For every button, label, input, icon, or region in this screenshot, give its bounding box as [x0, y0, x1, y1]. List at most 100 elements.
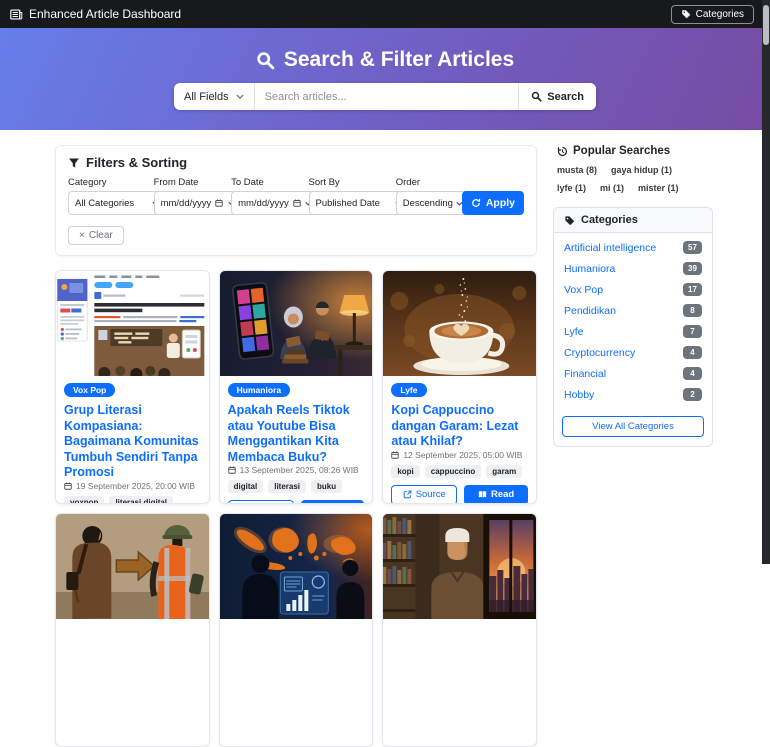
search-button-label: Search [547, 91, 584, 103]
category-row: Artificial intelligence 57 [554, 237, 712, 258]
search-field-select[interactable]: All Fields [174, 83, 255, 110]
article-tag: digital [228, 480, 264, 493]
newspaper-icon [10, 8, 23, 21]
article-tag: buku [311, 480, 342, 493]
article-image [56, 271, 209, 376]
read-button[interactable]: Read [301, 500, 365, 504]
category-row: Cryptocurrency 4 [554, 342, 712, 363]
categories-header: Categories [554, 208, 712, 233]
categories-footer: View All Categories [554, 409, 712, 446]
sort-by-select[interactable]: Published Date [309, 191, 409, 215]
scrollbar-track[interactable] [762, 0, 770, 564]
from-date-label: From Date [154, 177, 225, 188]
filters-row: Category All Categories From Date mm/dd/… [68, 177, 524, 215]
category-row: Lyfe 7 [554, 321, 712, 342]
filters-card: Filters & Sorting Category All Categorie… [55, 145, 537, 256]
category-link[interactable]: Financial [564, 368, 606, 380]
popular-search-items: musta (8) gaya hidup (1) lyfe (1) mi (1)… [557, 165, 711, 193]
popular-search-term[interactable]: musta (8) [557, 165, 597, 175]
clear-button[interactable]: × Clear [68, 226, 124, 245]
source-button[interactable]: Source [228, 500, 294, 504]
popular-search-term[interactable]: lyfe (1) [557, 183, 586, 193]
article-body: Vox Pop Grup Literasi Kompasiana: Bagaim… [56, 376, 209, 504]
order-select[interactable]: Descending [396, 191, 470, 215]
category-select[interactable]: All Categories [68, 191, 166, 215]
category-count-badge: 17 [683, 283, 702, 296]
article-title-link[interactable]: Grup Literasi Kompasiana: Bagaimana Komu… [64, 403, 201, 481]
category-count-badge: 39 [683, 262, 702, 275]
category-link[interactable]: Pendidikan [564, 305, 616, 317]
article-date-text: 19 September 2025, 20:00 WIB [76, 481, 195, 491]
article-date-text: 12 September 2025, 05:00 WIB [403, 450, 522, 460]
navbar-categories-label: Categories [696, 9, 744, 20]
category-count-badge: 8 [683, 304, 702, 317]
article-image [383, 514, 536, 619]
article-card: Vox Pop Grup Literasi Kompasiana: Bagaim… [55, 270, 210, 504]
funnel-icon [68, 157, 80, 169]
article-image [383, 271, 536, 376]
category-link[interactable]: Cryptocurrency [564, 347, 635, 359]
filters-title-text: Filters & Sorting [86, 155, 187, 170]
calendar-icon [391, 451, 399, 459]
from-date-field: From Date mm/dd/yyyy [154, 177, 225, 215]
article-date: 19 September 2025, 20:00 WIB [64, 481, 201, 491]
search-icon [256, 51, 275, 70]
category-link[interactable]: Humaniora [564, 263, 615, 275]
popular-searches: Popular Searches musta (8) gaya hidup (1… [553, 145, 713, 193]
category-link[interactable]: Artificial intelligence [564, 242, 656, 254]
source-button-label: Source [416, 489, 446, 500]
category-link[interactable]: Hobby [564, 389, 594, 401]
article-tags: kopi cappuccino garam [391, 465, 528, 478]
app-title: Enhanced Article Dashboard [29, 7, 181, 21]
to-date-value: mm/dd/yyyy [238, 198, 289, 209]
category-count-badge: 57 [683, 241, 702, 254]
popular-search-term[interactable]: mister (1) [638, 183, 679, 193]
popular-searches-title: Popular Searches [557, 145, 711, 157]
top-navbar: Enhanced Article Dashboard Categories [0, 0, 770, 28]
sort-by-label: Sort By [309, 177, 390, 188]
source-button[interactable]: Source [391, 485, 457, 505]
category-link[interactable]: Lyfe [564, 326, 583, 338]
article-tag: voxpop [64, 496, 104, 505]
search-input[interactable] [255, 83, 519, 110]
scrollbar-thumb[interactable] [763, 5, 769, 45]
to-date-field: To Date mm/dd/yyyy [231, 177, 302, 215]
article-card [55, 513, 210, 747]
read-button-label: Read [491, 489, 514, 500]
category-count-badge: 4 [683, 367, 702, 380]
popular-search-term[interactable]: mi (1) [600, 183, 624, 193]
page-title: Search & Filter Articles [256, 48, 514, 72]
calendar-icon [228, 466, 236, 474]
article-title-link[interactable]: Apakah Reels Tiktok atau Youtube Bisa Me… [228, 403, 365, 465]
view-all-categories-button[interactable]: View All Categories [562, 416, 704, 437]
apply-button[interactable]: Apply [462, 191, 524, 215]
x-icon: × [79, 230, 85, 241]
from-date-input[interactable]: mm/dd/yyyy [154, 191, 242, 215]
category-select-value: All Categories [75, 198, 134, 209]
sort-by-field: Sort By Published Date [309, 177, 390, 215]
category-row: Pendidikan 8 [554, 300, 712, 321]
chevron-down-icon [236, 94, 244, 99]
article-tag: garam [486, 465, 522, 478]
hero-banner: Search & Filter Articles All Fields Sear… [0, 28, 770, 130]
refresh-icon [471, 198, 481, 208]
article-actions: Source Read [391, 485, 528, 505]
sidebar: Popular Searches musta (8) gaya hidup (1… [553, 145, 713, 447]
main-content: Filters & Sorting Category All Categorie… [0, 130, 770, 747]
article-title-link[interactable]: Kopi Cappuccino dangan Garam: Lezat atau… [391, 403, 528, 450]
order-value: Descending [403, 198, 453, 209]
article-card [219, 513, 374, 747]
category-row: Hobby 2 [554, 384, 712, 405]
navbar-categories-button[interactable]: Categories [671, 5, 754, 24]
read-button[interactable]: Read [464, 485, 528, 505]
article-image [220, 271, 373, 376]
order-field: Order Descending [396, 177, 456, 215]
category-row: Financial 4 [554, 363, 712, 384]
to-date-input[interactable]: mm/dd/yyyy [231, 191, 319, 215]
search-bar: All Fields Search [174, 83, 596, 110]
article-image [220, 514, 373, 619]
category-link[interactable]: Vox Pop [564, 284, 603, 296]
search-button[interactable]: Search [518, 83, 596, 110]
popular-search-term[interactable]: gaya hidup (1) [611, 165, 672, 175]
article-tag: cappuccino [425, 465, 481, 478]
